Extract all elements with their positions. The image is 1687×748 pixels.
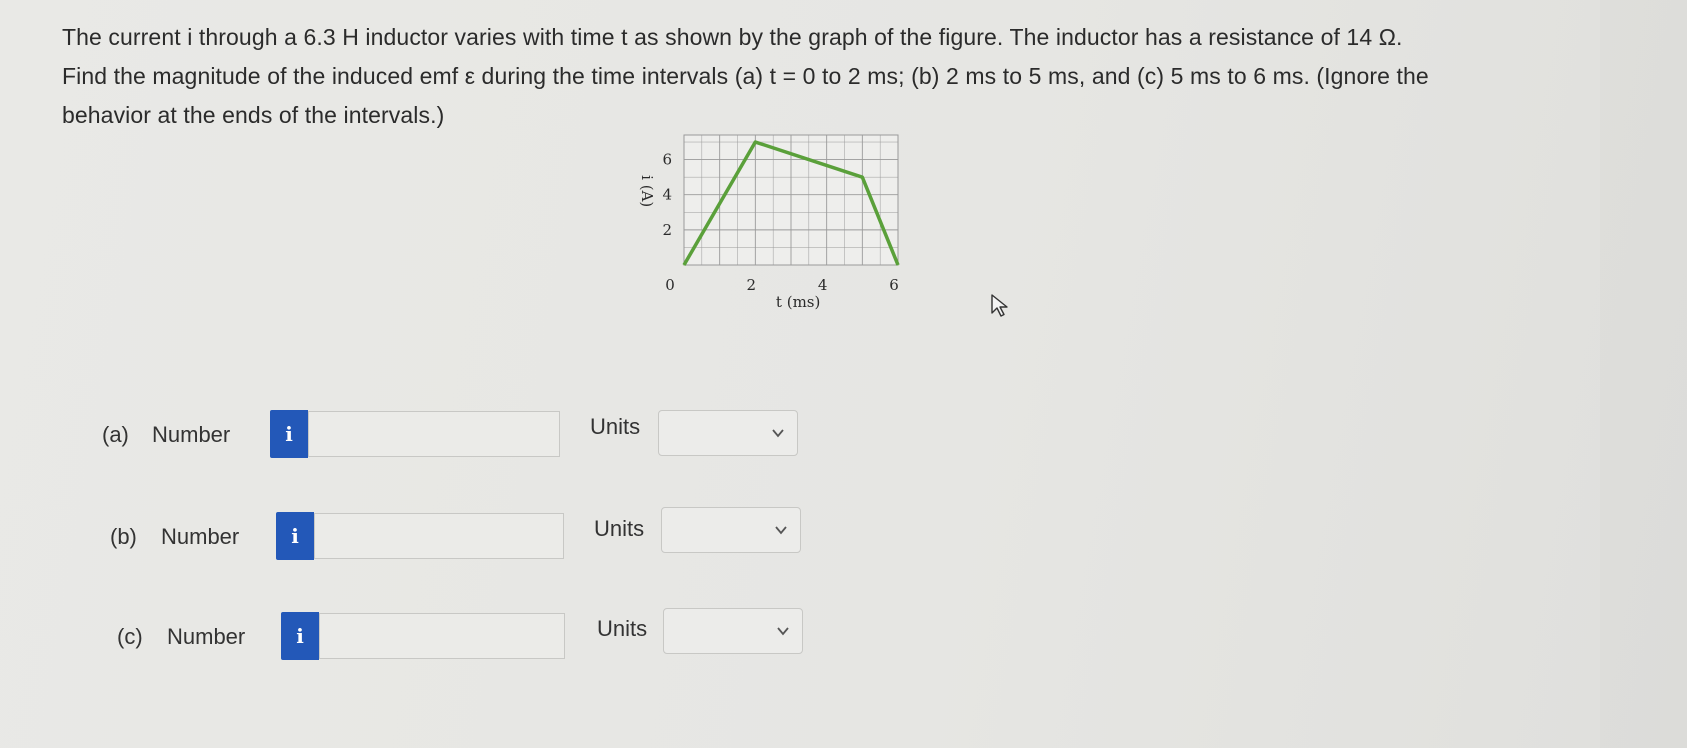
question-text: The current i through a 6.3 H inductor v… bbox=[62, 18, 1562, 135]
number-input-b[interactable] bbox=[314, 513, 564, 559]
number-input-a[interactable] bbox=[308, 411, 560, 457]
number-label-b: Number bbox=[161, 524, 240, 549]
x-tick-label: 0 bbox=[665, 276, 675, 294]
units-label-c: Units bbox=[597, 616, 648, 641]
curve-point bbox=[897, 264, 899, 266]
number-label-a: Number bbox=[152, 422, 231, 447]
number-label-c: Number bbox=[167, 624, 246, 649]
info-icon: i bbox=[285, 422, 293, 446]
units-select-c[interactable] bbox=[663, 608, 803, 654]
mouse-pointer-icon bbox=[991, 294, 1008, 317]
curve-point bbox=[861, 176, 863, 178]
current-vs-time-graph: 0 2 4 6 2 4 6 t (ms) i (A) bbox=[638, 134, 1000, 335]
units-label-a: Units bbox=[590, 414, 641, 439]
part-label-c: (c) bbox=[117, 624, 143, 649]
question-line-2: Find the magnitude of the induced emf ε … bbox=[62, 63, 1429, 89]
curve-point bbox=[683, 264, 685, 266]
part-label-a: (a) bbox=[102, 422, 129, 447]
units-select-a[interactable] bbox=[658, 410, 798, 456]
number-input-c[interactable] bbox=[319, 613, 565, 659]
info-icon: i bbox=[296, 624, 304, 648]
chevron-down-icon bbox=[775, 526, 787, 535]
y-tick-label: 6 bbox=[662, 151, 672, 169]
y-tick-label: 4 bbox=[662, 186, 672, 204]
units-label-b: Units bbox=[594, 516, 645, 541]
curve-point bbox=[754, 141, 756, 143]
question-line-3: behavior at the ends of the intervals.) bbox=[62, 102, 445, 128]
page: The current i through a 6.3 H inductor v… bbox=[0, 0, 1600, 748]
x-axis-label: t (ms) bbox=[776, 293, 820, 311]
info-button-c[interactable]: i bbox=[281, 612, 319, 660]
question-line-1: The current i through a 6.3 H inductor v… bbox=[62, 24, 1403, 50]
chevron-down-icon bbox=[777, 627, 789, 636]
y-axis-label: i (A) bbox=[638, 175, 656, 207]
info-button-a[interactable]: i bbox=[270, 410, 308, 458]
units-select-b[interactable] bbox=[661, 507, 801, 553]
x-tick-label: 2 bbox=[747, 276, 757, 294]
part-label-b: (b) bbox=[110, 524, 137, 549]
x-tick-label: 4 bbox=[818, 276, 828, 294]
info-icon: i bbox=[291, 524, 299, 548]
info-button-b[interactable]: i bbox=[276, 512, 314, 560]
chevron-down-icon bbox=[772, 429, 784, 438]
chart-svg: 0 2 4 6 2 4 6 t (ms) i (A) bbox=[638, 134, 900, 311]
x-tick-label: 6 bbox=[889, 276, 899, 294]
y-tick-label: 2 bbox=[662, 221, 672, 239]
